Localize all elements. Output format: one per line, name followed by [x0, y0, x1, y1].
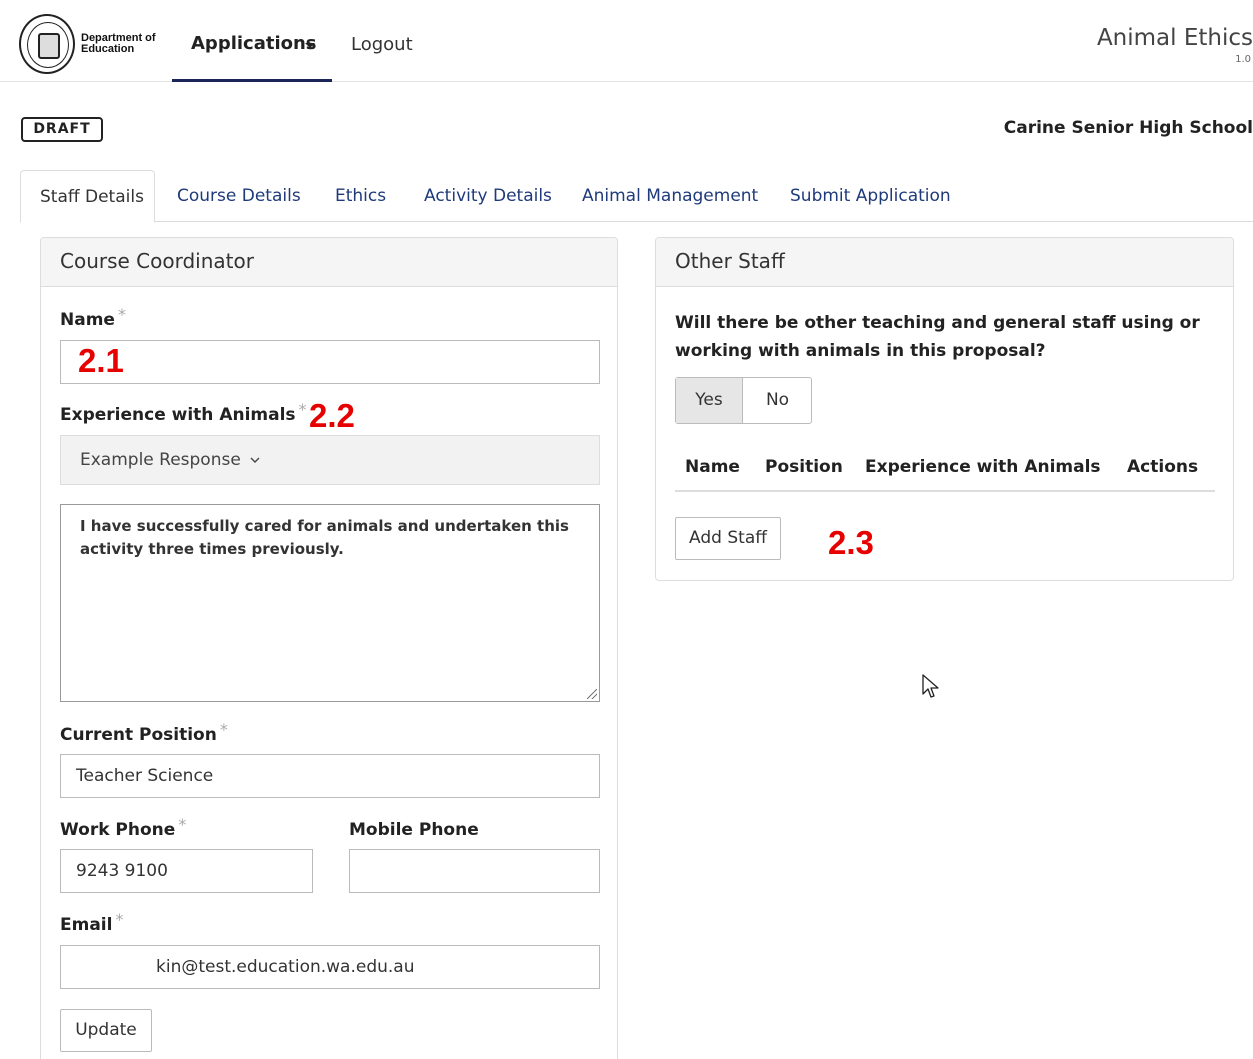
other-staff-question: Will there be other teaching and general… — [675, 313, 1200, 361]
mouse-pointer-icon — [922, 674, 939, 698]
panel-title: Other Staff — [656, 238, 1233, 287]
example-response-dropdown[interactable]: Example Response — [60, 435, 600, 485]
annotation-2-1: 2.1 — [78, 342, 124, 379]
experience-text: I have successfully cared for animals an… — [80, 517, 569, 558]
position-input[interactable]: Teacher Science — [60, 754, 600, 798]
email-input[interactable]: kin@test.education.wa.edu.au — [60, 945, 600, 989]
course-coordinator-panel: Course Coordinator Name * 2.1 Experience … — [40, 237, 618, 1059]
chevron-down-icon — [250, 457, 260, 463]
add-staff-button[interactable]: Add Staff — [675, 517, 781, 560]
experience-textarea[interactable]: I have successfully cared for animals an… — [60, 504, 600, 702]
app-title: Animal Ethics — [1096, 25, 1253, 51]
name-input[interactable] — [60, 340, 600, 384]
required-mark: * — [115, 910, 124, 929]
work-phone-input[interactable]: 9243 9100 — [60, 849, 313, 893]
other-staff-panel: Other Staff Will there be other teaching… — [655, 237, 1234, 581]
mobile-phone-label: Mobile Phone — [349, 820, 479, 840]
tab-bar: Staff Details Course Details Ethics Acti… — [20, 170, 1253, 223]
update-button[interactable]: Update — [60, 1009, 152, 1052]
tab-course-details[interactable]: Course Details — [177, 170, 301, 222]
name-label: Name * — [60, 305, 126, 330]
column-header-position: Position — [765, 457, 843, 477]
experience-label-text: Experience with Animals — [60, 405, 296, 425]
position-label: Current Position * — [60, 720, 228, 745]
tab-staff-details[interactable]: Staff Details — [20, 170, 155, 223]
caret-down-icon — [305, 43, 315, 48]
work-phone-label-text: Work Phone — [60, 820, 176, 840]
top-navbar: Department of Education Applications Log… — [0, 0, 1253, 82]
required-mark: * — [219, 720, 228, 739]
column-header-name: Name — [685, 457, 740, 477]
no-button[interactable]: No — [744, 378, 811, 423]
panel-title: Course Coordinator — [41, 238, 617, 287]
position-label-text: Current Position — [60, 725, 217, 745]
nav-applications-label: Applications — [191, 33, 317, 54]
email-label: Email * — [60, 910, 123, 935]
tab-activity-details[interactable]: Activity Details — [424, 170, 552, 222]
department-logo[interactable]: Department of Education — [19, 14, 159, 76]
tab-ethics[interactable]: Ethics — [335, 170, 386, 222]
yes-no-toggle: Yes No — [675, 377, 812, 424]
table-header-divider — [675, 490, 1215, 492]
mobile-phone-input[interactable] — [349, 849, 600, 893]
logo-text-line2: Education — [81, 43, 135, 55]
yes-button[interactable]: Yes — [676, 378, 743, 423]
required-mark: * — [178, 815, 187, 834]
example-response-label: Example Response — [80, 450, 241, 470]
status-badge: DRAFT — [21, 117, 103, 142]
resize-handle-icon[interactable] — [587, 689, 597, 699]
government-seal-icon — [19, 14, 75, 74]
column-header-actions: Actions — [1127, 457, 1199, 477]
nav-applications[interactable]: Applications — [172, 0, 332, 82]
school-name: Carine Senior High School — [1003, 118, 1253, 138]
app-version: 1.0 — [1235, 54, 1251, 65]
name-label-text: Name — [60, 310, 115, 330]
experience-label: Experience with Animals * — [60, 400, 307, 425]
email-label-text: Email — [60, 915, 113, 935]
work-phone-label: Work Phone * — [60, 815, 186, 840]
tab-animal-management[interactable]: Animal Management — [582, 170, 758, 222]
required-mark: * — [298, 400, 307, 419]
logo-text: Department of Education — [81, 33, 156, 55]
annotation-2-2: 2.2 — [309, 397, 355, 434]
column-header-experience: Experience with Animals — [865, 457, 1101, 477]
nav-logout-link[interactable]: Logout — [351, 34, 413, 55]
required-mark: * — [117, 305, 126, 324]
tab-submit-application[interactable]: Submit Application — [790, 170, 951, 222]
annotation-2-3: 2.3 — [828, 524, 874, 561]
